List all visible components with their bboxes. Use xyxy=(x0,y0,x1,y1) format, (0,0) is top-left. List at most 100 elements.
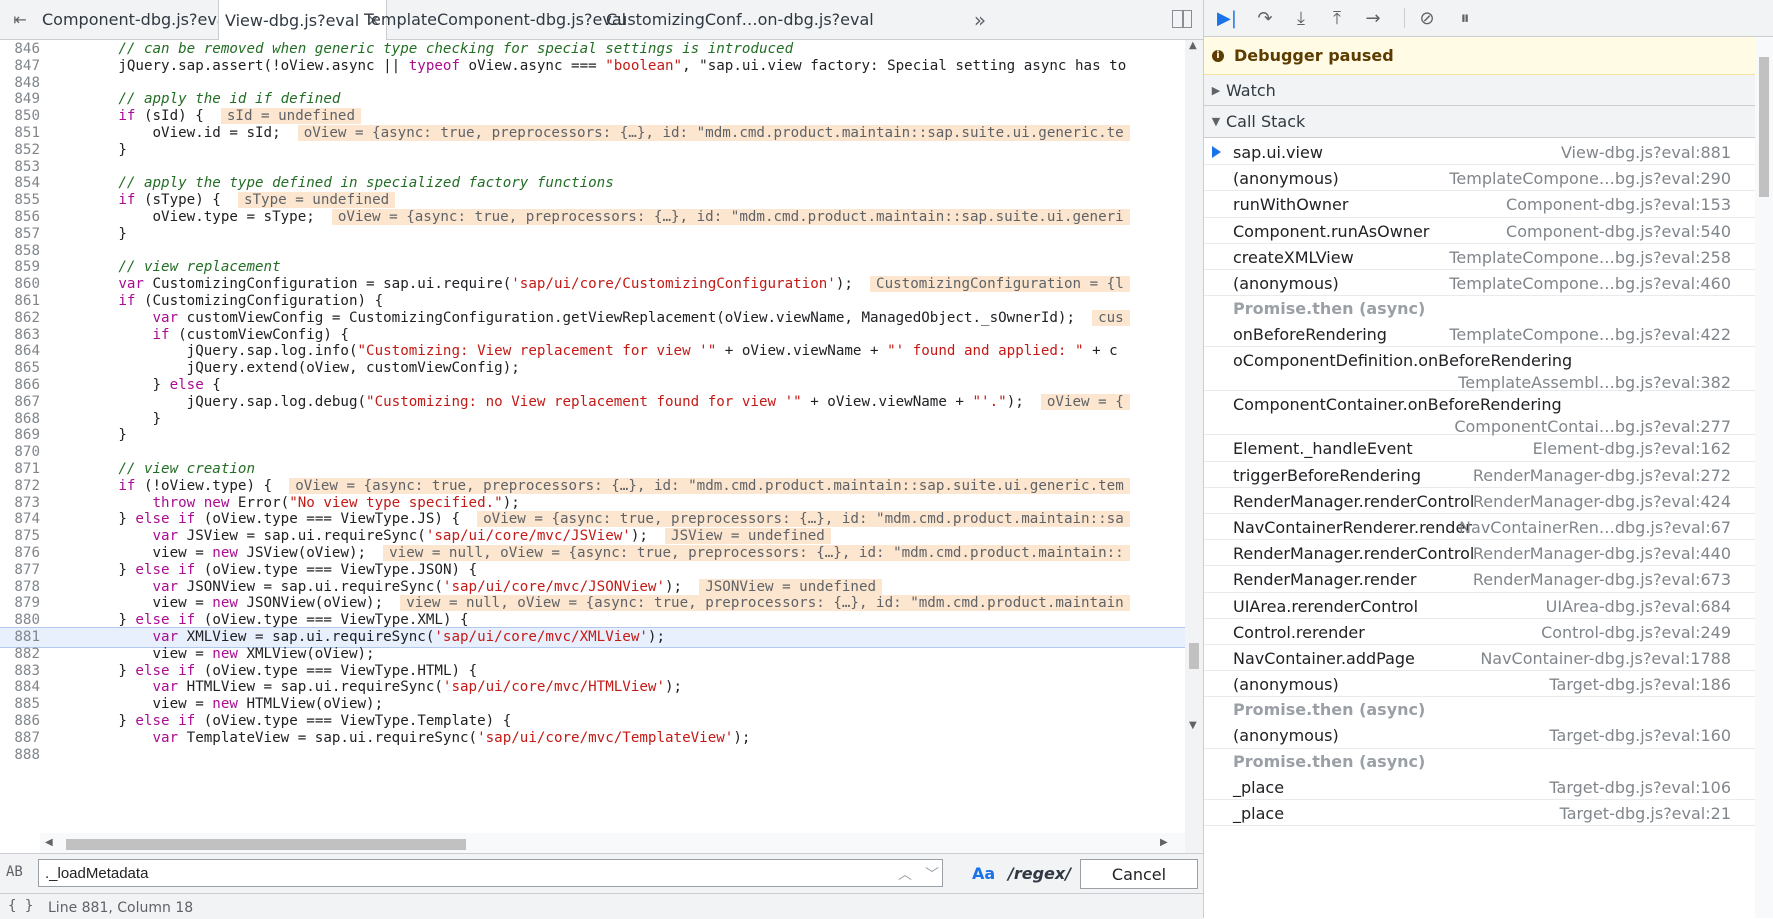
frame-location-link[interactable]: TemplateCompone…bg.js?eval:258 xyxy=(1449,248,1731,267)
frame-location-link[interactable]: Element-dbg.js?eval:162 xyxy=(1533,439,1731,458)
call-frame[interactable]: Control.rerender Control-dbg.js?eval:249 xyxy=(1204,618,1755,645)
tab-view-dbg[interactable]: View-dbg.js?eval × xyxy=(218,0,387,40)
frame-location-link[interactable]: Target-dbg.js?eval:21 xyxy=(1560,804,1731,823)
step-icon[interactable]: → xyxy=(1356,0,1390,36)
frame-location-link[interactable]: Component-dbg.js?eval:540 xyxy=(1506,222,1731,241)
resume-icon[interactable]: ▶| xyxy=(1210,0,1244,36)
frame-function-name: sap.ui.view xyxy=(1233,143,1323,162)
frame-location-link[interactable]: RenderManager-dbg.js?eval:272 xyxy=(1473,466,1731,485)
call-frame[interactable]: oComponentDefinition.onBeforeRendering Te… xyxy=(1204,346,1755,392)
replace-toggle-icon[interactable]: AB xyxy=(6,864,23,880)
inline-variable-value: cus xyxy=(1092,309,1130,326)
frame-function-name: oComponentDefinition.onBeforeRendering xyxy=(1233,351,1573,371)
scroll-down-icon[interactable]: ▼ xyxy=(1189,720,1197,731)
call-frame[interactable]: RenderManager.render RenderManager-dbg.js… xyxy=(1204,565,1755,593)
scrollbar-thumb[interactable] xyxy=(66,839,466,850)
line-number[interactable]: 888 xyxy=(0,746,40,765)
code-editor[interactable]: 846 // can be removed when generic type … xyxy=(0,40,1185,853)
step-over-icon[interactable]: ↷ xyxy=(1248,0,1282,36)
pretty-print-icon[interactable]: { } xyxy=(8,898,33,914)
call-stack-section-header[interactable]: ▼ Call Stack xyxy=(1204,106,1755,138)
frame-function-name: RenderManager.renderControl xyxy=(1233,491,1475,511)
tab-templatecomponent-dbg[interactable]: TemplateComponent-dbg.js?eval xyxy=(364,0,626,39)
call-frame[interactable]: _place Target-dbg.js?eval:21 xyxy=(1204,799,1755,826)
code-line[interactable]: 888 xyxy=(0,746,1185,765)
editor-horizontal-scrollbar[interactable]: ◀ ▶ xyxy=(40,833,1185,853)
cancel-button[interactable]: Cancel xyxy=(1080,859,1198,889)
frame-location-link[interactable]: UIArea-dbg.js?eval:684 xyxy=(1546,597,1731,616)
frame-function-name: _place xyxy=(1233,777,1285,797)
call-frame[interactable]: NavContainerRenderer.render NavContainerR… xyxy=(1204,513,1755,541)
call-frame[interactable]: (anonymous) Target-dbg.js?eval:160 xyxy=(1204,721,1755,749)
frame-location-link[interactable]: View-dbg.js?eval:881 xyxy=(1561,143,1731,162)
call-frame[interactable]: RenderManager.renderControl RenderManager… xyxy=(1204,539,1755,567)
call-frame[interactable]: UIArea.rerenderControl UIArea-dbg.js?eval… xyxy=(1204,592,1755,619)
call-frame[interactable]: ComponentContainer.onBeforeRendering Comp… xyxy=(1204,390,1755,436)
frame-location-link[interactable]: Control-dbg.js?eval:249 xyxy=(1541,623,1731,642)
frame-location-link[interactable]: TemplateCompone…bg.js?eval:290 xyxy=(1449,169,1731,188)
scroll-up-icon[interactable]: ▲ xyxy=(1189,40,1197,51)
call-stack-list: sap.ui.view View-dbg.js?eval:881 (anonymou… xyxy=(1204,138,1755,918)
frame-function-name: NavContainerRenderer.render xyxy=(1233,518,1472,537)
tab-label: Component-dbg.js?eval xyxy=(42,10,232,29)
editor-vertical-scrollbar[interactable]: ▲ ▼ xyxy=(1185,40,1203,853)
call-frame[interactable]: triggerBeforeRendering RenderManager-dbg.… xyxy=(1204,461,1755,488)
inline-variable-value: view = null, oView = {async: true, prepr… xyxy=(383,545,1130,561)
call-frame[interactable]: onBeforeRendering TemplateCompone…bg.js?e… xyxy=(1204,320,1755,348)
async-boundary: Promise.then (async) xyxy=(1204,696,1755,722)
call-frame[interactable]: createXMLView TemplateCompone…bg.js?eval:… xyxy=(1204,243,1755,270)
match-case-button[interactable]: Aa xyxy=(972,864,995,883)
call-frame[interactable]: RenderManager.renderControl RenderManager… xyxy=(1204,487,1755,514)
frame-location-link[interactable]: Target-dbg.js?eval:186 xyxy=(1549,675,1731,694)
regex-button[interactable]: /regex/ xyxy=(1008,864,1071,883)
frame-location-link[interactable]: Target-dbg.js?eval:160 xyxy=(1549,726,1731,745)
scrollbar-thumb[interactable] xyxy=(1759,57,1769,197)
call-frame[interactable]: (anonymous) Target-dbg.js?eval:186 xyxy=(1204,670,1755,698)
call-frame[interactable]: _place Target-dbg.js?eval:106 xyxy=(1204,773,1755,800)
frame-location-link[interactable]: NavContainerRen…dbg.js?eval:67 xyxy=(1459,518,1731,537)
more-tabs-icon[interactable]: » xyxy=(965,0,995,39)
frame-location-link[interactable]: RenderManager-dbg.js?eval:673 xyxy=(1473,570,1731,589)
previous-match-button[interactable]: ︿ xyxy=(898,864,912,884)
tab-customizingconfiguration-dbg[interactable]: CustomizingConf…on-dbg.js?eval xyxy=(606,0,874,39)
frame-function-name: runWithOwner xyxy=(1233,195,1349,215)
toggle-debugger-sidebar-icon[interactable] xyxy=(1172,10,1192,28)
call-frame[interactable]: (anonymous) TemplateCompone…bg.js?eval:46… xyxy=(1204,269,1755,297)
step-into-icon[interactable]: ⤓ xyxy=(1284,0,1318,36)
frame-function-name: UIArea.rerenderControl xyxy=(1233,596,1419,616)
frame-location-link[interactable]: TemplateCompone…bg.js?eval:460 xyxy=(1449,274,1731,293)
toolbar-divider xyxy=(1404,8,1405,28)
scroll-right-icon[interactable]: ▶ xyxy=(1160,837,1168,848)
deactivate-breakpoints-icon[interactable]: ⊘ xyxy=(1410,0,1444,36)
call-frame[interactable]: Element._handleEvent Element-dbg.js?eval:… xyxy=(1204,434,1755,462)
inline-variable-value: oView = {async: true, preprocessors: {…}… xyxy=(297,125,1130,141)
frame-location-link[interactable]: RenderManager-dbg.js?eval:424 xyxy=(1473,492,1731,511)
tab-component-dbg[interactable]: Component-dbg.js?eval xyxy=(42,0,231,39)
inline-variable-value: oView = {async: true, preprocessors: {…}… xyxy=(331,209,1130,225)
search-input[interactable]: ._loadMetadata xyxy=(38,859,943,887)
frame-location-link[interactable]: TemplateCompone…bg.js?eval:422 xyxy=(1449,325,1731,344)
tab-label: View-dbg.js?eval xyxy=(225,10,360,30)
sidebar-vertical-scrollbar[interactable] xyxy=(1755,37,1773,918)
next-match-button[interactable]: ﹀ xyxy=(925,864,939,884)
frame-location-link[interactable]: Target-dbg.js?eval:106 xyxy=(1549,778,1731,797)
inline-variable-value: CustomizingConfiguration = {l xyxy=(870,276,1130,293)
frame-location-link[interactable]: NavContainer-dbg.js?eval:1788 xyxy=(1480,649,1731,668)
inline-variable-value: oView = {async: true, preprocessors: {…}… xyxy=(477,511,1130,528)
call-frame[interactable]: NavContainer.addPage NavContainer-dbg.js?… xyxy=(1204,644,1755,672)
call-frame-current[interactable]: sap.ui.view View-dbg.js?eval:881 xyxy=(1204,138,1755,166)
frame-function-name: triggerBeforeRendering xyxy=(1233,465,1422,485)
scrollbar-thumb[interactable] xyxy=(1189,643,1199,669)
call-frame[interactable]: (anonymous) TemplateCompone…bg.js?eval:29… xyxy=(1204,164,1755,192)
watch-section-header[interactable]: ▶ Watch xyxy=(1204,75,1755,106)
async-boundary: Promise.then (async) xyxy=(1204,295,1755,321)
frame-function-name: Component.runAsOwner xyxy=(1233,221,1430,241)
call-frame[interactable]: Component.runAsOwner Component-dbg.js?eva… xyxy=(1204,217,1755,244)
call-frame[interactable]: runWithOwner Component-dbg.js?eval:153 xyxy=(1204,190,1755,218)
frame-location-link[interactable]: Component-dbg.js?eval:153 xyxy=(1506,195,1731,214)
step-out-icon[interactable]: ⤒ xyxy=(1320,0,1354,36)
pause-on-exceptions-icon[interactable]: ⏸ xyxy=(1448,0,1482,36)
frame-location-link[interactable]: RenderManager-dbg.js?eval:440 xyxy=(1473,544,1731,563)
navigator-toggle-icon[interactable]: ⇤ xyxy=(0,0,40,39)
scroll-left-icon[interactable]: ◀ xyxy=(45,837,53,848)
